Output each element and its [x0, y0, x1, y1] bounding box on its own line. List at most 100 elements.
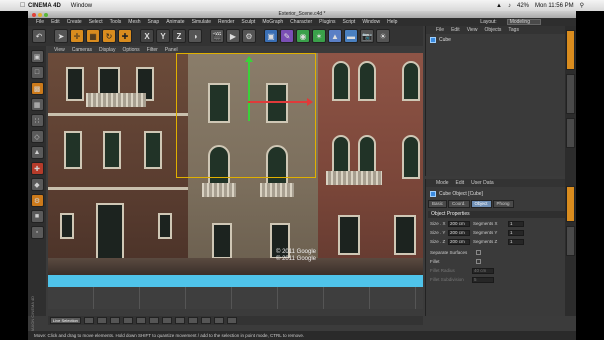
am-menu-mode[interactable]: Mode — [436, 180, 449, 186]
om-menu-tags[interactable]: Tags — [508, 27, 519, 33]
array-icon[interactable]: ✶ — [312, 29, 326, 43]
side-tab-content-browser[interactable] — [566, 74, 575, 114]
model-mode-icon[interactable]: □ — [30, 66, 44, 79]
side-tab-layers[interactable] — [566, 226, 575, 256]
y-axis-handle[interactable] — [245, 56, 253, 121]
segments-y-field[interactable]: 1 — [508, 229, 524, 236]
tab-coord[interactable]: Coord. — [448, 200, 470, 208]
workplane-icon[interactable]: ▦ — [30, 98, 44, 111]
y-axis-lock-button[interactable]: Y — [156, 29, 170, 43]
render-settings-icon[interactable]: ⚙ — [242, 29, 256, 43]
tool-slot-icon[interactable] — [135, 317, 146, 324]
keyframe-icon[interactable] — [200, 317, 211, 324]
live-selection-button[interactable]: Live Selection — [50, 317, 81, 324]
tab-phong[interactable]: Phong — [492, 200, 514, 208]
am-menu-edit[interactable]: Edit — [456, 180, 465, 186]
menu-simulate[interactable]: Simulate — [192, 19, 211, 25]
viewport-menu-cameras[interactable]: Cameras — [72, 47, 92, 53]
snap-icon[interactable]: ⚙ — [30, 194, 44, 207]
fillet-subdivision-field[interactable]: 5 — [472, 276, 494, 283]
menu-script[interactable]: Script — [343, 19, 356, 25]
rotate-icon[interactable]: ↻ — [102, 29, 116, 43]
close-icon[interactable] — [32, 12, 36, 17]
viewport-menu-view[interactable]: View — [54, 47, 65, 53]
menu-animate[interactable]: Animate — [166, 19, 184, 25]
minimize-icon[interactable] — [38, 12, 42, 17]
object-row-cube[interactable]: Cube — [426, 37, 565, 43]
x-axis-lock-button[interactable]: X — [140, 29, 154, 43]
menu-tools[interactable]: Tools — [110, 19, 122, 25]
size-y-field[interactable]: 200 cm — [448, 229, 470, 236]
render-picture-viewer-icon[interactable]: ▶ — [226, 29, 240, 43]
menu-snap[interactable]: Snap — [148, 19, 160, 25]
edges-mode-icon[interactable]: ◇ — [30, 130, 44, 143]
timeline-bar[interactable] — [48, 275, 423, 287]
scale-icon[interactable]: ▦ — [86, 29, 100, 43]
menu-window[interactable]: Window — [362, 19, 380, 25]
spotlight-icon[interactable]: ⚲ — [580, 2, 584, 9]
menu-file[interactable]: File — [36, 19, 44, 25]
tool-slot-icon[interactable] — [148, 317, 159, 324]
side-tab-structure[interactable] — [566, 118, 575, 148]
menu-render[interactable]: Render — [218, 19, 234, 25]
menu-mograph[interactable]: MoGraph — [262, 19, 283, 25]
tool-slot-icon[interactable] — [161, 317, 172, 324]
menu-edit[interactable]: Edit — [51, 19, 60, 25]
tweak-mode-icon[interactable]: ◆ — [30, 178, 44, 191]
om-menu-objects[interactable]: Objects — [484, 27, 501, 33]
keyframe-icon[interactable] — [226, 317, 237, 324]
fillet-radius-field[interactable]: 40 cm — [472, 267, 494, 274]
mac-menu-window[interactable]: Window — [71, 3, 92, 9]
mac-menu-app[interactable]: CINEMA 4D — [28, 3, 61, 9]
viewport-menu-panel[interactable]: Panel — [165, 47, 178, 53]
size-z-field[interactable]: 200 cm — [448, 238, 470, 245]
tool-slot-icon[interactable] — [174, 317, 185, 324]
om-menu-file[interactable]: File — [436, 27, 444, 33]
om-menu-edit[interactable]: Edit — [451, 27, 460, 33]
segments-z-field[interactable]: 1 — [508, 238, 524, 245]
cube-primitive-icon[interactable]: ▣ — [264, 29, 278, 43]
segments-x-field[interactable]: 1 — [508, 220, 524, 227]
menu-select[interactable]: Select — [89, 19, 103, 25]
viewport-menu-filter[interactable]: Filter — [147, 47, 158, 53]
tool-slot-icon[interactable] — [109, 317, 120, 324]
fillet-checkbox[interactable] — [476, 259, 481, 264]
tool-slot-icon[interactable] — [122, 317, 133, 324]
keyframe-icon[interactable] — [187, 317, 198, 324]
enable-axis-icon[interactable]: ✚ — [30, 162, 44, 175]
subdivision-surface-icon[interactable]: ◉ — [296, 29, 310, 43]
render-view-icon[interactable]: 🎬 — [210, 29, 224, 43]
make-editable-icon[interactable]: ▣ — [30, 50, 44, 63]
viewport-menu-display[interactable]: Display — [99, 47, 115, 53]
coordinate-system-icon[interactable]: ◑ — [188, 29, 202, 43]
locked-workplane-icon[interactable]: ■ — [30, 210, 44, 223]
menu-plugins[interactable]: Plugins — [319, 19, 335, 25]
am-menu-userdata[interactable]: User Data — [471, 180, 494, 186]
live-selection-icon[interactable]: ➤ — [54, 29, 68, 43]
texture-mode-icon[interactable]: ▩ — [30, 82, 44, 95]
om-menu-view[interactable]: View — [467, 27, 478, 33]
z-axis-lock-button[interactable]: Z — [172, 29, 186, 43]
tool-slot-icon[interactable] — [83, 317, 94, 324]
keyframe-icon[interactable] — [213, 317, 224, 324]
menu-sculpt[interactable]: Sculpt — [241, 19, 255, 25]
light-icon[interactable]: ☀ — [376, 29, 390, 43]
layout-dropdown[interactable]: Modeling — [506, 19, 541, 25]
volume-icon[interactable]: ♪ — [508, 3, 511, 9]
menu-help[interactable]: Help — [387, 19, 397, 25]
tool-slot-icon[interactable] — [96, 317, 107, 324]
undo-icon[interactable]: ↶ — [32, 29, 46, 43]
menu-character[interactable]: Character — [290, 19, 312, 25]
menu-mesh[interactable]: Mesh — [128, 19, 140, 25]
recent-tools-icon[interactable]: ✚ — [118, 29, 132, 43]
wifi-icon[interactable]: ▲ — [496, 3, 502, 9]
apple-icon[interactable]:  — [20, 2, 28, 9]
size-x-field[interactable]: 200 cm — [448, 220, 470, 227]
menu-create[interactable]: Create — [67, 19, 82, 25]
timeline-ruler[interactable] — [48, 287, 423, 309]
side-tab-attributes[interactable] — [566, 186, 575, 222]
move-icon[interactable]: ✛ — [70, 29, 84, 43]
x-axis-handle[interactable] — [248, 98, 313, 106]
camera-icon[interactable]: 📷 — [360, 29, 374, 43]
separate-surfaces-checkbox[interactable] — [476, 250, 481, 255]
